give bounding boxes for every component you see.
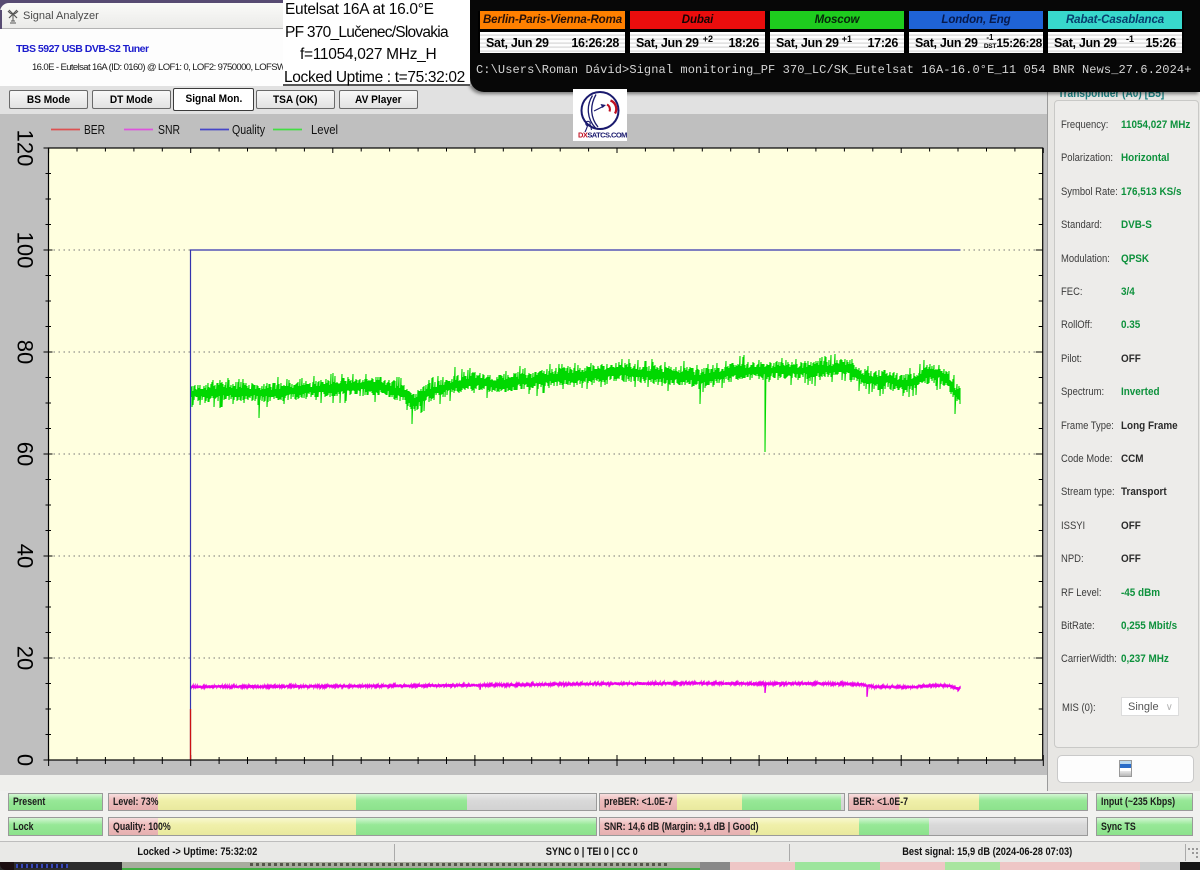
svg-text:120: 120: [13, 130, 38, 167]
svg-text:Quality: Quality: [232, 122, 265, 137]
svg-text:DXSATCS.COM: DXSATCS.COM: [578, 131, 627, 140]
svg-text:BER: BER: [84, 122, 105, 137]
svg-text:40: 40: [13, 544, 38, 568]
svg-text:0: 0: [13, 754, 38, 766]
svg-text:80: 80: [13, 340, 38, 364]
svg-text:Level: Level: [311, 122, 338, 137]
svg-text:60: 60: [13, 442, 38, 466]
svg-text:100: 100: [13, 232, 38, 269]
svg-text:20: 20: [13, 646, 38, 670]
svg-text:SNR: SNR: [158, 122, 180, 137]
